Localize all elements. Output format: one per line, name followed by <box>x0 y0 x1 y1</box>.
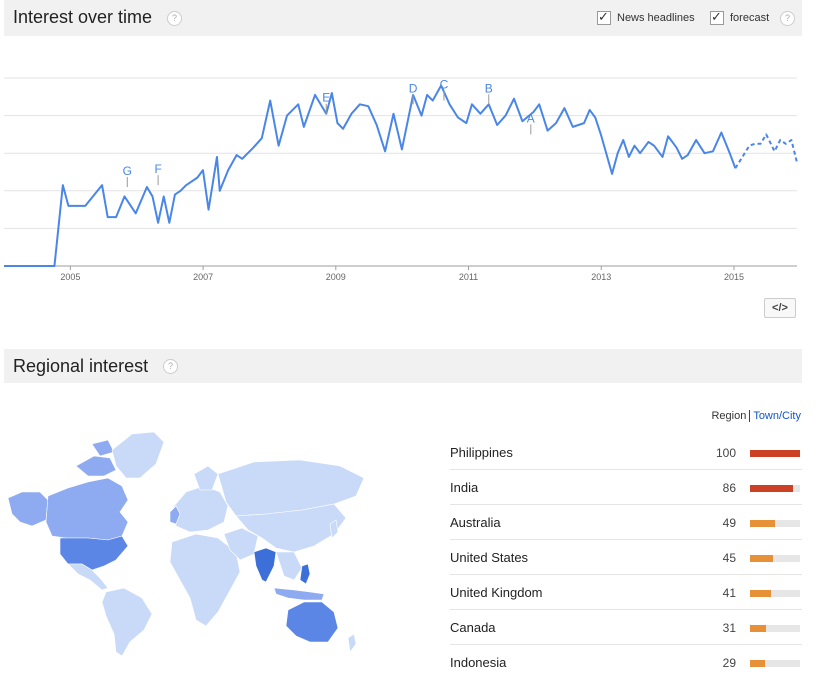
map-region-alaska[interactable] <box>7 491 49 527</box>
interest-over-time-chart[interactable]: 2005 2007 2009 2011 2013 2015 G F E D C B A <box>0 36 806 286</box>
news-marker-label: A <box>527 111 535 125</box>
score-bar <box>750 625 766 632</box>
news-marker-label: C <box>440 78 449 92</box>
x-tick-label: 2011 <box>459 272 478 282</box>
checkbox-checked-icon <box>710 9 724 25</box>
x-tick-label: 2009 <box>326 272 346 282</box>
regional-interest-header: Regional interest ? <box>4 349 802 383</box>
score-bar <box>750 660 765 667</box>
region-score: 41 <box>722 586 736 600</box>
region-row[interactable]: Indonesia 29 <box>450 645 802 679</box>
score-bar <box>750 450 800 457</box>
checkbox-checked-icon <box>597 9 611 25</box>
map-region-greenland[interactable] <box>111 431 165 479</box>
map-region-canada[interactable] <box>45 477 129 541</box>
world-map[interactable] <box>4 430 384 665</box>
region-name: Australia <box>450 515 501 530</box>
score-bar <box>750 485 793 492</box>
map-region-australia[interactable] <box>285 601 339 643</box>
region-score: 86 <box>722 481 736 495</box>
region-name: United States <box>450 550 529 565</box>
regional-interest-title: Regional interest <box>13 356 149 376</box>
map-region-india[interactable] <box>253 547 277 583</box>
tab-town-city[interactable]: Town/City <box>750 410 801 422</box>
news-marker-label: B <box>485 81 493 95</box>
map-region-europe[interactable] <box>173 485 229 533</box>
help-icon[interactable]: ? <box>163 359 178 374</box>
news-headlines-label: News headlines <box>617 12 695 24</box>
news-headlines-checkbox[interactable]: News headlines <box>597 9 695 25</box>
score-bar-track <box>750 485 800 492</box>
region-row[interactable]: India 86 <box>450 470 802 505</box>
x-tick-label: 2007 <box>193 272 213 282</box>
region-row[interactable]: United Kingdom 41 <box>450 575 802 610</box>
map-region-south-america[interactable] <box>101 587 153 657</box>
news-marker-label: D <box>409 81 418 95</box>
region-name: Indonesia <box>450 655 507 670</box>
region-score: 100 <box>715 446 736 460</box>
interest-over-time-title: Interest over time <box>13 7 153 27</box>
region-row[interactable]: Philippines 100 <box>450 435 802 470</box>
x-tick-label: 2015 <box>724 272 744 282</box>
region-score: 29 <box>722 656 736 670</box>
forecast-checkbox[interactable]: forecast <box>710 9 770 25</box>
news-marker-label: G <box>123 164 132 178</box>
region-name: Canada <box>450 620 496 635</box>
region-score: 31 <box>722 621 736 635</box>
score-bar <box>750 520 775 527</box>
region-name: Philippines <box>450 445 513 460</box>
tab-region[interactable]: Region <box>711 410 751 422</box>
map-region-indonesia[interactable] <box>273 587 325 601</box>
score-bar-track <box>750 590 800 597</box>
score-bar-track <box>750 520 800 527</box>
x-tick-label: 2013 <box>591 272 611 282</box>
map-region-scandinavia[interactable] <box>193 465 219 491</box>
score-bar-track <box>750 625 800 632</box>
map-region-arctic-islands[interactable] <box>75 439 117 477</box>
map-region-new-zealand[interactable] <box>347 633 357 653</box>
region-row[interactable]: Canada 31 <box>450 610 802 645</box>
region-row[interactable]: Australia 49 <box>450 505 802 540</box>
interest-series-line <box>4 84 737 267</box>
region-name: India <box>450 480 479 495</box>
score-bar-track <box>750 660 800 667</box>
forecast-series-line <box>734 133 798 169</box>
help-icon[interactable]: ? <box>167 11 182 26</box>
score-bar-track <box>750 450 800 457</box>
news-marker-label: E <box>322 91 330 105</box>
map-region-russia[interactable] <box>217 459 365 517</box>
map-region-mexico-central-america[interactable] <box>67 563 109 591</box>
forecast-label: forecast <box>730 12 770 24</box>
region-score: 45 <box>722 551 736 565</box>
news-marker-label: F <box>154 162 161 176</box>
region-tabs: Region Town/City <box>711 410 801 422</box>
interest-over-time-header: Interest over time ? News headlines fore… <box>4 0 802 36</box>
region-name: United Kingdom <box>450 585 543 600</box>
score-bar <box>750 555 773 562</box>
forecast-help-icon[interactable]: ? <box>780 11 795 26</box>
score-bar-track <box>750 555 800 562</box>
score-bar <box>750 590 771 597</box>
region-score: 49 <box>722 516 736 530</box>
embed-code-button[interactable]: </> <box>764 298 796 318</box>
x-tick-label: 2005 <box>60 272 80 282</box>
region-list: Philippines 100 India 86 Australia 49 Un… <box>450 435 802 679</box>
region-row[interactable]: United States 45 <box>450 540 802 575</box>
map-region-southeast-asia[interactable] <box>275 551 303 581</box>
